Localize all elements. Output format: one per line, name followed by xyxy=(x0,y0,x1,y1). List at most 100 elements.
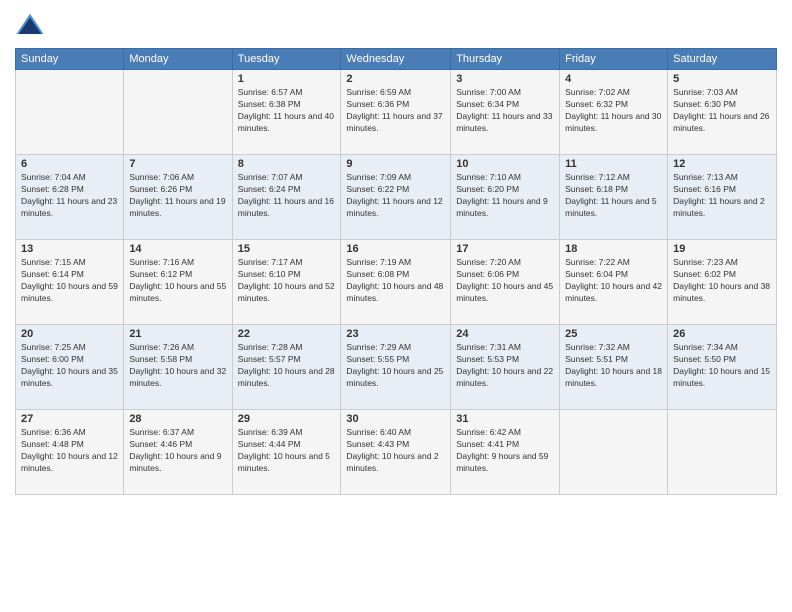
day-info: Sunrise: 6:39 AMSunset: 4:44 PMDaylight:… xyxy=(238,427,336,475)
calendar-cell: 2 Sunrise: 6:59 AMSunset: 6:36 PMDaylight… xyxy=(341,70,451,155)
page: Sunday Monday Tuesday Wednesday Thursday… xyxy=(0,0,792,612)
calendar-cell: 13 Sunrise: 7:15 AMSunset: 6:14 PMDayligh… xyxy=(16,240,124,325)
day-info: Sunrise: 6:37 AMSunset: 4:46 PMDaylight:… xyxy=(129,427,226,475)
calendar-cell: 30Sunrise: 6:40 AMSunset: 4:43 PMDayligh… xyxy=(341,410,451,495)
day-info: Sunrise: 7:34 AMSunset: 5:50 PMDaylight:… xyxy=(673,342,771,390)
day-info: Sunrise: 7:12 AMSunset: 6:18 PMDaylight:… xyxy=(565,172,662,220)
day-info: Sunrise: 7:04 AMSunset: 6:28 PMDaylight:… xyxy=(21,172,118,220)
day-info: Sunrise: 7:26 AMSunset: 5:58 PMDaylight:… xyxy=(129,342,226,390)
day-number: 23 xyxy=(346,328,445,340)
calendar-cell xyxy=(560,410,668,495)
day-number: 5 xyxy=(673,73,771,85)
calendar-cell: 29 Sunrise: 6:39 AMSunset: 4:44 PMDayligh… xyxy=(232,410,341,495)
header-wednesday: Wednesday xyxy=(341,49,451,70)
calendar-cell: 31 Sunrise: 6:42 AMSunset: 4:41 PMDayligh… xyxy=(451,410,560,495)
day-info: Sunrise: 7:23 AMSunset: 6:02 PMDaylight:… xyxy=(673,257,771,305)
day-number: 14 xyxy=(129,243,226,255)
calendar-cell: 4Sunrise: 7:02 AMSunset: 6:32 PMDaylight… xyxy=(560,70,668,155)
header-sunday: Sunday xyxy=(16,49,124,70)
calendar-week-5: 27 Sunrise: 6:36 AMSunset: 4:48 PMDayligh… xyxy=(16,410,777,495)
day-number: 18 xyxy=(565,243,662,255)
calendar-cell: 8 Sunrise: 7:07 AMSunset: 6:24 PMDaylight… xyxy=(232,155,341,240)
day-number: 22 xyxy=(238,328,336,340)
day-number: 8 xyxy=(238,158,336,170)
calendar-cell: 25 Sunrise: 7:32 AMSunset: 5:51 PMDayligh… xyxy=(560,325,668,410)
calendar-cell: 11 Sunrise: 7:12 AMSunset: 6:18 PMDayligh… xyxy=(560,155,668,240)
calendar-cell: 23Sunrise: 7:29 AMSunset: 5:55 PMDayligh… xyxy=(341,325,451,410)
calendar-cell: 17 Sunrise: 7:20 AMSunset: 6:06 PMDayligh… xyxy=(451,240,560,325)
calendar-cell: 6Sunrise: 7:04 AMSunset: 6:28 PMDaylight… xyxy=(16,155,124,240)
day-info: Sunrise: 6:59 AMSunset: 6:36 PMDaylight:… xyxy=(346,87,445,135)
day-info: Sunrise: 7:22 AMSunset: 6:04 PMDaylight:… xyxy=(565,257,662,305)
calendar-cell: 20 Sunrise: 7:25 AMSunset: 6:00 PMDayligh… xyxy=(16,325,124,410)
header-friday: Friday xyxy=(560,49,668,70)
day-number: 27 xyxy=(21,413,118,425)
calendar-cell: 21Sunrise: 7:26 AMSunset: 5:58 PMDayligh… xyxy=(124,325,232,410)
calendar-week-4: 20 Sunrise: 7:25 AMSunset: 6:00 PMDayligh… xyxy=(16,325,777,410)
calendar-cell: 28 Sunrise: 6:37 AMSunset: 4:46 PMDayligh… xyxy=(124,410,232,495)
day-info: Sunrise: 7:31 AMSunset: 5:53 PMDaylight:… xyxy=(456,342,554,390)
calendar-cell: 12 Sunrise: 7:13 AMSunset: 6:16 PMDayligh… xyxy=(668,155,777,240)
day-number: 26 xyxy=(673,328,771,340)
day-number: 17 xyxy=(456,243,554,255)
day-info: Sunrise: 7:13 AMSunset: 6:16 PMDaylight:… xyxy=(673,172,771,220)
day-number: 10 xyxy=(456,158,554,170)
day-info: Sunrise: 7:10 AMSunset: 6:20 PMDaylight:… xyxy=(456,172,554,220)
day-number: 25 xyxy=(565,328,662,340)
day-number: 11 xyxy=(565,158,662,170)
day-number: 31 xyxy=(456,413,554,425)
day-info: Sunrise: 7:28 AMSunset: 5:57 PMDaylight:… xyxy=(238,342,336,390)
day-info: Sunrise: 7:32 AMSunset: 5:51 PMDaylight:… xyxy=(565,342,662,390)
header-monday: Monday xyxy=(124,49,232,70)
day-info: Sunrise: 7:09 AMSunset: 6:22 PMDaylight:… xyxy=(346,172,445,220)
calendar-cell: 22 Sunrise: 7:28 AMSunset: 5:57 PMDayligh… xyxy=(232,325,341,410)
day-number: 7 xyxy=(129,158,226,170)
day-number: 19 xyxy=(673,243,771,255)
day-info: Sunrise: 7:17 AMSunset: 6:10 PMDaylight:… xyxy=(238,257,336,305)
day-info: Sunrise: 7:19 AMSunset: 6:08 PMDaylight:… xyxy=(346,257,445,305)
calendar-cell: 27 Sunrise: 6:36 AMSunset: 4:48 PMDayligh… xyxy=(16,410,124,495)
day-info: Sunrise: 7:07 AMSunset: 6:24 PMDaylight:… xyxy=(238,172,336,220)
logo xyxy=(15,10,47,40)
day-number: 29 xyxy=(238,413,336,425)
day-info: Sunrise: 7:25 AMSunset: 6:00 PMDaylight:… xyxy=(21,342,118,390)
day-info: Sunrise: 7:16 AMSunset: 6:12 PMDaylight:… xyxy=(129,257,226,305)
calendar-cell: 9 Sunrise: 7:09 AMSunset: 6:22 PMDaylight… xyxy=(341,155,451,240)
calendar-cell: 1 Sunrise: 6:57 AMSunset: 6:38 PMDaylight… xyxy=(232,70,341,155)
day-number: 30 xyxy=(346,413,445,425)
day-number: 9 xyxy=(346,158,445,170)
calendar-week-3: 13 Sunrise: 7:15 AMSunset: 6:14 PMDayligh… xyxy=(16,240,777,325)
header-tuesday: Tuesday xyxy=(232,49,341,70)
day-number: 16 xyxy=(346,243,445,255)
calendar-cell xyxy=(16,70,124,155)
day-number: 13 xyxy=(21,243,118,255)
calendar: Sunday Monday Tuesday Wednesday Thursday… xyxy=(15,48,777,495)
day-number: 20 xyxy=(21,328,118,340)
day-number: 15 xyxy=(238,243,336,255)
day-number: 2 xyxy=(346,73,445,85)
day-info: Sunrise: 6:57 AMSunset: 6:38 PMDaylight:… xyxy=(238,87,336,135)
day-number: 12 xyxy=(673,158,771,170)
calendar-cell: 3 Sunrise: 7:00 AMSunset: 6:34 PMDaylight… xyxy=(451,70,560,155)
day-info: Sunrise: 7:02 AMSunset: 6:32 PMDaylight:… xyxy=(565,87,662,135)
day-info: Sunrise: 6:42 AMSunset: 4:41 PMDaylight:… xyxy=(456,427,554,475)
calendar-cell: 5 Sunrise: 7:03 AMSunset: 6:30 PMDaylight… xyxy=(668,70,777,155)
day-number: 1 xyxy=(238,73,336,85)
header-saturday: Saturday xyxy=(668,49,777,70)
day-info: Sunrise: 7:15 AMSunset: 6:14 PMDaylight:… xyxy=(21,257,118,305)
calendar-header-row: Sunday Monday Tuesday Wednesday Thursday… xyxy=(16,49,777,70)
calendar-cell xyxy=(124,70,232,155)
calendar-cell: 16 Sunrise: 7:19 AMSunset: 6:08 PMDayligh… xyxy=(341,240,451,325)
calendar-week-1: 1 Sunrise: 6:57 AMSunset: 6:38 PMDaylight… xyxy=(16,70,777,155)
calendar-cell: 15 Sunrise: 7:17 AMSunset: 6:10 PMDayligh… xyxy=(232,240,341,325)
calendar-week-2: 6Sunrise: 7:04 AMSunset: 6:28 PMDaylight… xyxy=(16,155,777,240)
calendar-cell: 18 Sunrise: 7:22 AMSunset: 6:04 PMDayligh… xyxy=(560,240,668,325)
calendar-cell: 26 Sunrise: 7:34 AMSunset: 5:50 PMDayligh… xyxy=(668,325,777,410)
day-info: Sunrise: 7:00 AMSunset: 6:34 PMDaylight:… xyxy=(456,87,554,135)
day-info: Sunrise: 7:20 AMSunset: 6:06 PMDaylight:… xyxy=(456,257,554,305)
day-info: Sunrise: 7:03 AMSunset: 6:30 PMDaylight:… xyxy=(673,87,771,135)
day-number: 28 xyxy=(129,413,226,425)
day-info: Sunrise: 6:36 AMSunset: 4:48 PMDaylight:… xyxy=(21,427,118,475)
day-number: 3 xyxy=(456,73,554,85)
calendar-cell xyxy=(668,410,777,495)
